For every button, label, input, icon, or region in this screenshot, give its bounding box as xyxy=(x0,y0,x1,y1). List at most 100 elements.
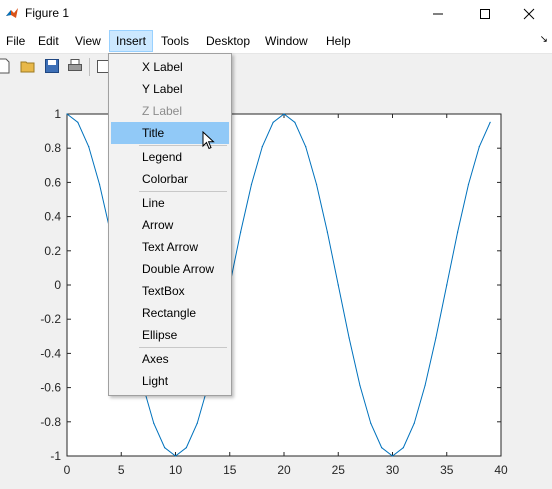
data-point xyxy=(391,455,394,457)
close-button[interactable] xyxy=(506,0,552,28)
insert-x-label-item[interactable]: X Label xyxy=(111,56,229,78)
menu-item-label: Ellipse xyxy=(142,328,178,342)
data-point xyxy=(77,121,79,123)
data-point xyxy=(294,121,296,123)
data-point xyxy=(348,337,350,339)
menu-item-label: Rectangle xyxy=(142,306,197,320)
insert-light-item[interactable]: Light xyxy=(111,370,229,392)
data-point xyxy=(250,183,253,186)
menu-window[interactable]: Window xyxy=(259,31,314,51)
insert-line-item[interactable]: Line xyxy=(111,192,229,214)
data-point xyxy=(337,284,339,286)
menu-item-label: Y Label xyxy=(142,82,183,96)
x-tick-label: 10 xyxy=(169,463,183,477)
menu-item-label: Double Arrow xyxy=(142,262,215,276)
data-point xyxy=(413,422,415,424)
menu-tools[interactable]: Tools xyxy=(155,31,195,51)
insert-text-arrow-item[interactable]: Text Arrow xyxy=(111,236,229,258)
open-file-icon[interactable] xyxy=(20,58,36,74)
data-point xyxy=(305,146,307,148)
y-tick-label: 1 xyxy=(54,107,61,121)
data-point xyxy=(272,121,274,123)
menu-file[interactable]: File xyxy=(0,31,31,51)
menu-item-label: X Label xyxy=(142,60,183,74)
maximize-button[interactable] xyxy=(462,0,508,28)
x-tick-label: 35 xyxy=(440,463,454,477)
data-point xyxy=(164,447,166,449)
window-title: Figure 1 xyxy=(25,6,70,20)
data-point xyxy=(370,422,372,424)
data-point xyxy=(381,447,383,449)
data-point xyxy=(424,384,426,387)
data-point xyxy=(240,231,242,233)
data-point xyxy=(185,447,187,449)
menu-item-label: Colorbar xyxy=(142,172,189,186)
insert-ellipse-item[interactable]: Ellipse xyxy=(111,324,229,346)
y-tick-label: -0.8 xyxy=(40,415,61,429)
insert-rectangle-item[interactable]: Rectangle xyxy=(111,302,229,324)
menu-edit[interactable]: Edit xyxy=(32,31,65,51)
data-point xyxy=(478,146,480,148)
data-point xyxy=(435,337,437,339)
y-tick-label: -0.2 xyxy=(40,312,61,326)
matlab-logo-icon xyxy=(6,8,18,18)
y-tick-label: 0 xyxy=(54,278,61,292)
save-icon[interactable] xyxy=(44,58,60,74)
x-tick-label: 20 xyxy=(277,463,291,477)
insert-z-label-item[interactable]: Z Label xyxy=(111,100,229,122)
y-tick-label: 0.2 xyxy=(44,244,61,258)
y-tick-label: 0.6 xyxy=(44,175,61,189)
minimize-icon xyxy=(433,13,443,15)
x-tick-label: 25 xyxy=(332,463,346,477)
data-point xyxy=(467,183,470,186)
data-point xyxy=(457,231,459,233)
menu-help[interactable]: Help xyxy=(320,31,357,51)
data-point xyxy=(174,455,177,457)
figure-toolbar xyxy=(0,54,552,80)
data-point xyxy=(196,422,198,424)
insert-colorbar-item[interactable]: Colorbar xyxy=(111,168,229,190)
title-bar[interactable]: Figure 1 xyxy=(0,0,552,28)
x-tick-label: 40 xyxy=(494,463,508,477)
data-point xyxy=(261,146,263,148)
menu-item-label: Text Arrow xyxy=(142,240,199,254)
insert-axes-item[interactable]: Axes xyxy=(111,348,229,370)
y-tick-label: -0.4 xyxy=(40,346,61,360)
line-plot-axes[interactable]: 0 5 10 15 20 25 30 35 40 1 0.8 0.6 0.4 0.2 0 -0.2 -0.4 -0… xyxy=(0,80,552,489)
data-point xyxy=(66,113,68,115)
y-tick-label: 0.8 xyxy=(44,141,61,155)
menu-item-label: Line xyxy=(142,196,165,210)
y-tick-label: 0.4 xyxy=(44,210,61,224)
toolbar-separator xyxy=(89,58,90,76)
insert-textbox-item[interactable]: TextBox xyxy=(111,280,229,302)
minimize-button[interactable] xyxy=(415,0,461,28)
data-point xyxy=(326,231,328,233)
menu-insert[interactable]: Insert xyxy=(109,30,154,52)
maximize-icon xyxy=(480,9,490,19)
insert-arrow-item[interactable]: Arrow xyxy=(111,214,229,236)
dock-figure-icon[interactable]: ↘ xyxy=(540,34,548,45)
menu-view[interactable]: View xyxy=(69,31,107,51)
data-point xyxy=(153,422,155,424)
close-icon xyxy=(523,8,535,20)
menu-desktop[interactable]: Desktop xyxy=(200,31,256,51)
data-point xyxy=(88,146,90,148)
insert-double-arrow-item[interactable]: Double Arrow xyxy=(111,258,229,280)
insert-y-label-item[interactable]: Y Label xyxy=(111,78,229,100)
menu-item-label: Axes xyxy=(142,352,169,366)
data-point xyxy=(446,284,448,286)
menu-bar: File Edit View Insert Tools Desktop Wind… xyxy=(0,28,552,54)
x-tick-label: 0 xyxy=(64,463,71,477)
figure-canvas[interactable]: 0 5 10 15 20 25 30 35 40 1 0.8 0.6 0.4 0.2 0 -0.2 -0.4 -0… xyxy=(0,80,552,489)
data-point xyxy=(489,121,491,123)
menu-item-label: Light xyxy=(142,374,169,388)
y-tick-label: -0.6 xyxy=(40,381,61,395)
menu-item-label: Legend xyxy=(142,150,183,164)
x-tick-label: 5 xyxy=(118,463,125,477)
new-figure-icon[interactable] xyxy=(0,58,12,74)
insert-menu-dropdown: X Label Y Label Z Label Title Legend Colorbar… xyxy=(108,53,232,396)
print-icon[interactable] xyxy=(67,58,83,74)
data-point xyxy=(283,113,285,115)
x-tick-label: 30 xyxy=(386,463,400,477)
data-point xyxy=(359,384,361,387)
